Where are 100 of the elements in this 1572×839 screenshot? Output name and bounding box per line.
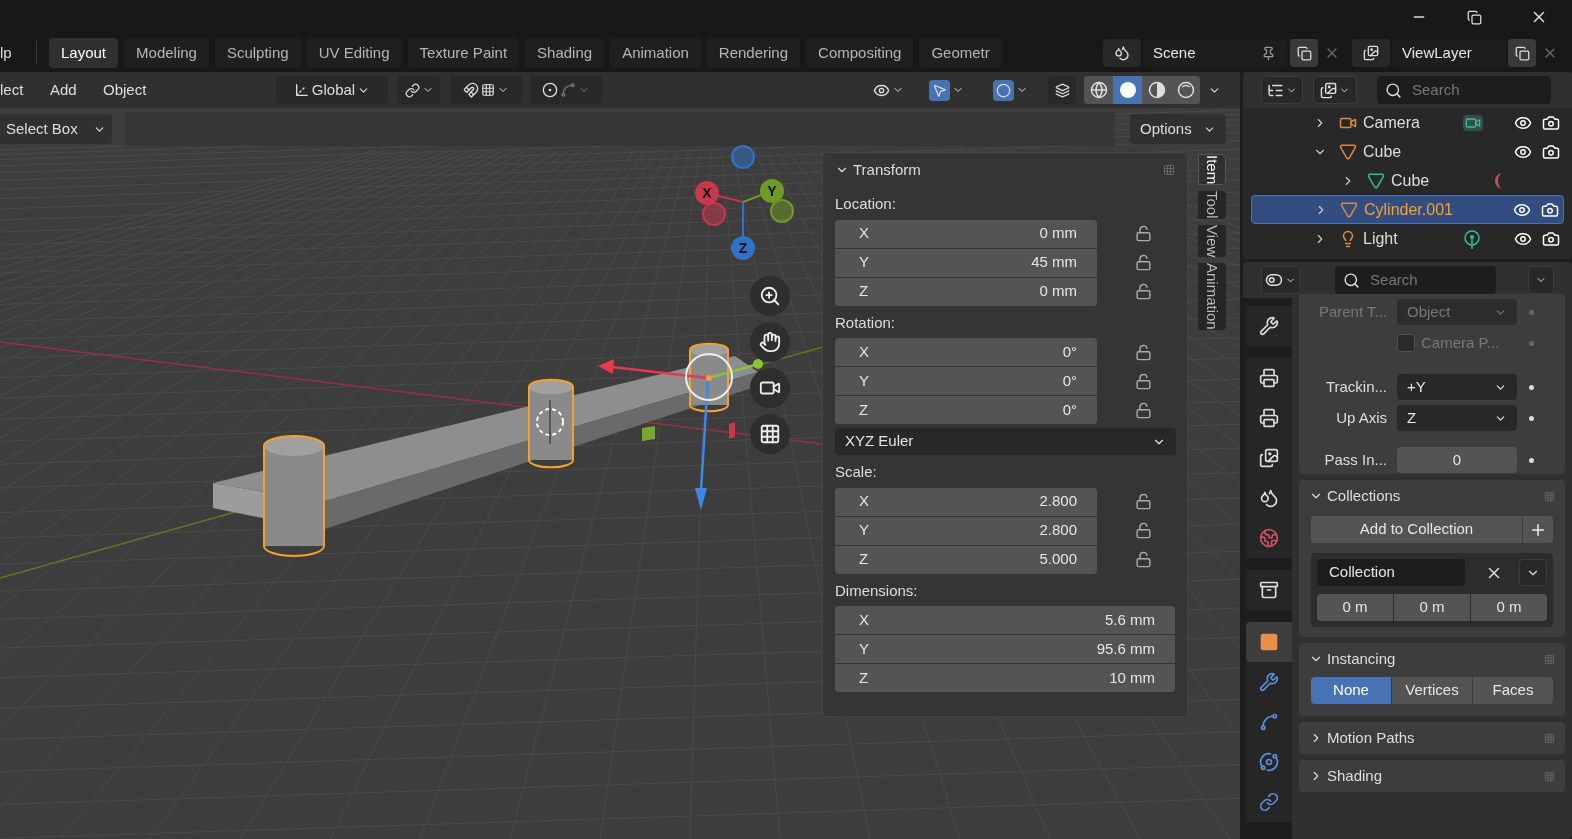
number-field[interactable]: Z 5.000 (835, 545, 1097, 574)
segment-option[interactable]: Vertices (1392, 677, 1472, 704)
pivot-dropdown[interactable] (398, 76, 440, 104)
copy-button[interactable] (1508, 39, 1536, 67)
lock-icon[interactable] (1135, 522, 1152, 539)
lock-icon[interactable] (1135, 254, 1152, 271)
scene-selector-button[interactable] (1103, 39, 1141, 67)
workspace-tab[interactable]: Geometr (919, 38, 1002, 68)
lock-icon[interactable] (1135, 225, 1152, 242)
copy-button[interactable] (1290, 39, 1318, 67)
options-dropdown[interactable]: Options (1130, 114, 1226, 144)
offset-field[interactable]: 0 m (1317, 594, 1393, 621)
outliner-row[interactable]: Cylinder.001 (1251, 195, 1564, 224)
render-camera-icon[interactable] (1541, 200, 1559, 219)
number-field[interactable]: 0 (1397, 447, 1517, 473)
number-field[interactable]: Z 10 mm (835, 664, 1175, 692)
render-camera-icon[interactable] (1542, 113, 1560, 132)
pan-button[interactable] (750, 322, 790, 362)
lock-icon[interactable] (1135, 283, 1152, 300)
shading-mode-button[interactable] (1142, 76, 1171, 104)
camera-data-button[interactable] (1463, 114, 1483, 131)
lock-icon[interactable] (1135, 372, 1152, 390)
panel-title[interactable]: Shading (1327, 764, 1383, 788)
number-field[interactable]: Y 95.6 mm (835, 635, 1175, 663)
workspace-tab[interactable]: Sculpting (214, 38, 301, 68)
rotation-mode-dropdown[interactable]: XYZ Euler (835, 428, 1176, 455)
number-field[interactable]: Y 2.800 (835, 516, 1097, 545)
workspace-tab[interactable]: Animation (610, 38, 701, 68)
object-name: Cube (1391, 170, 1431, 191)
restore-icon[interactable] (1467, 9, 1482, 25)
number-field[interactable]: Y 45 mm (835, 248, 1097, 277)
properties-tab[interactable] (1246, 570, 1292, 610)
workspace-tab[interactable]: UV Editing (306, 38, 402, 68)
camera-view-button[interactable] (750, 368, 790, 408)
search-field[interactable]: Search (1335, 266, 1496, 294)
panel-title[interactable]: Transform (853, 158, 921, 182)
proportional-editing-dropdown[interactable] (530, 76, 602, 104)
lock-icon[interactable] (1135, 343, 1152, 361)
number-field[interactable]: X 0 mm (835, 219, 1097, 248)
workspace-tab[interactable]: Rendering (706, 38, 801, 68)
panel-title[interactable]: Instancing (1327, 647, 1396, 671)
panel-title[interactable]: Collections (1327, 484, 1401, 508)
editor-type-dropdown[interactable] (1261, 266, 1301, 294)
tool-dropdown[interactable]: Select Box (0, 114, 112, 144)
scene-field[interactable]: Scene (1143, 39, 1287, 67)
number-field[interactable]: X 5.6 mm (835, 606, 1175, 634)
properties-tab[interactable] (1246, 358, 1292, 398)
shading-mode-button[interactable] (1113, 76, 1142, 104)
number-field[interactable]: Z 0° (835, 396, 1097, 424)
offset-field[interactable]: 0 m (1471, 594, 1547, 621)
zoom-button[interactable] (750, 276, 790, 316)
collection-name-field[interactable]: Collection (1317, 559, 1465, 586)
display-mode-dropdown[interactable] (1313, 76, 1357, 104)
light-data-icon[interactable] (1463, 228, 1481, 249)
workspace-tab[interactable]: Compositing (806, 38, 914, 68)
number-field[interactable]: X 2.800 (835, 487, 1097, 516)
sidebar-tab[interactable]: Tool (1198, 191, 1226, 219)
outliner-row[interactable]: Cube (1251, 137, 1564, 166)
sidebar-tab[interactable]: Item (1198, 154, 1226, 186)
render-camera-icon[interactable] (1542, 142, 1560, 161)
menu-item[interactable]: Object (103, 78, 156, 102)
add-to-collection-button[interactable]: Add to Collection (1311, 516, 1522, 543)
segment-option[interactable]: Faces (1473, 677, 1553, 704)
view-layer-selector-button[interactable] (1352, 39, 1390, 67)
lock-icon[interactable] (1135, 551, 1152, 568)
offset-field[interactable]: 0 m (1394, 594, 1470, 621)
workspace-tab[interactable]: Shading (525, 38, 605, 68)
sidebar-tab[interactable]: Animation (1198, 262, 1226, 330)
lock-icon[interactable] (1135, 493, 1152, 510)
dropdown[interactable]: Z (1397, 405, 1517, 431)
number-field[interactable]: X 0° (835, 338, 1097, 366)
menu-item[interactable]: lp (0, 41, 36, 65)
editor-type-dropdown[interactable] (1261, 76, 1303, 104)
ortho-view-button[interactable] (750, 414, 790, 454)
sidebar-tab[interactable]: View (1198, 224, 1226, 257)
render-camera-icon[interactable] (1542, 229, 1560, 248)
number-field[interactable]: Y 0° (835, 367, 1097, 395)
panel-title[interactable]: Motion Paths (1327, 726, 1415, 750)
view-layer-field[interactable]: ViewLayer (1392, 39, 1506, 67)
outliner-row[interactable]: Cube (1251, 166, 1564, 195)
add-button[interactable] (1523, 516, 1553, 543)
xray-toggle[interactable] (1048, 76, 1076, 104)
menu-item[interactable]: Add (50, 78, 103, 102)
menu-item[interactable]: lect (0, 78, 50, 102)
orientation-dropdown[interactable]: Global (276, 76, 388, 104)
lock-icon[interactable] (1135, 401, 1152, 419)
segment-option[interactable]: None (1311, 677, 1391, 704)
workspace-tab[interactable]: Modeling (124, 38, 209, 68)
outliner-row[interactable]: Light (1251, 224, 1564, 253)
workspace-tab[interactable]: Texture Paint (407, 38, 520, 68)
pin-icon[interactable] (1261, 45, 1276, 61)
shading-mode-button[interactable] (1171, 76, 1200, 104)
properties-tab[interactable] (1246, 306, 1292, 346)
dropdown[interactable]: +Y (1397, 374, 1517, 400)
number-field[interactable]: Z 0 mm (835, 277, 1097, 306)
search-field[interactable]: Search (1377, 76, 1551, 104)
outliner-row[interactable]: Camera (1251, 108, 1564, 137)
shading-mode-button[interactable] (1084, 76, 1113, 104)
snapping-dropdown[interactable] (450, 76, 522, 104)
workspace-tab[interactable]: Layout (49, 38, 119, 68)
